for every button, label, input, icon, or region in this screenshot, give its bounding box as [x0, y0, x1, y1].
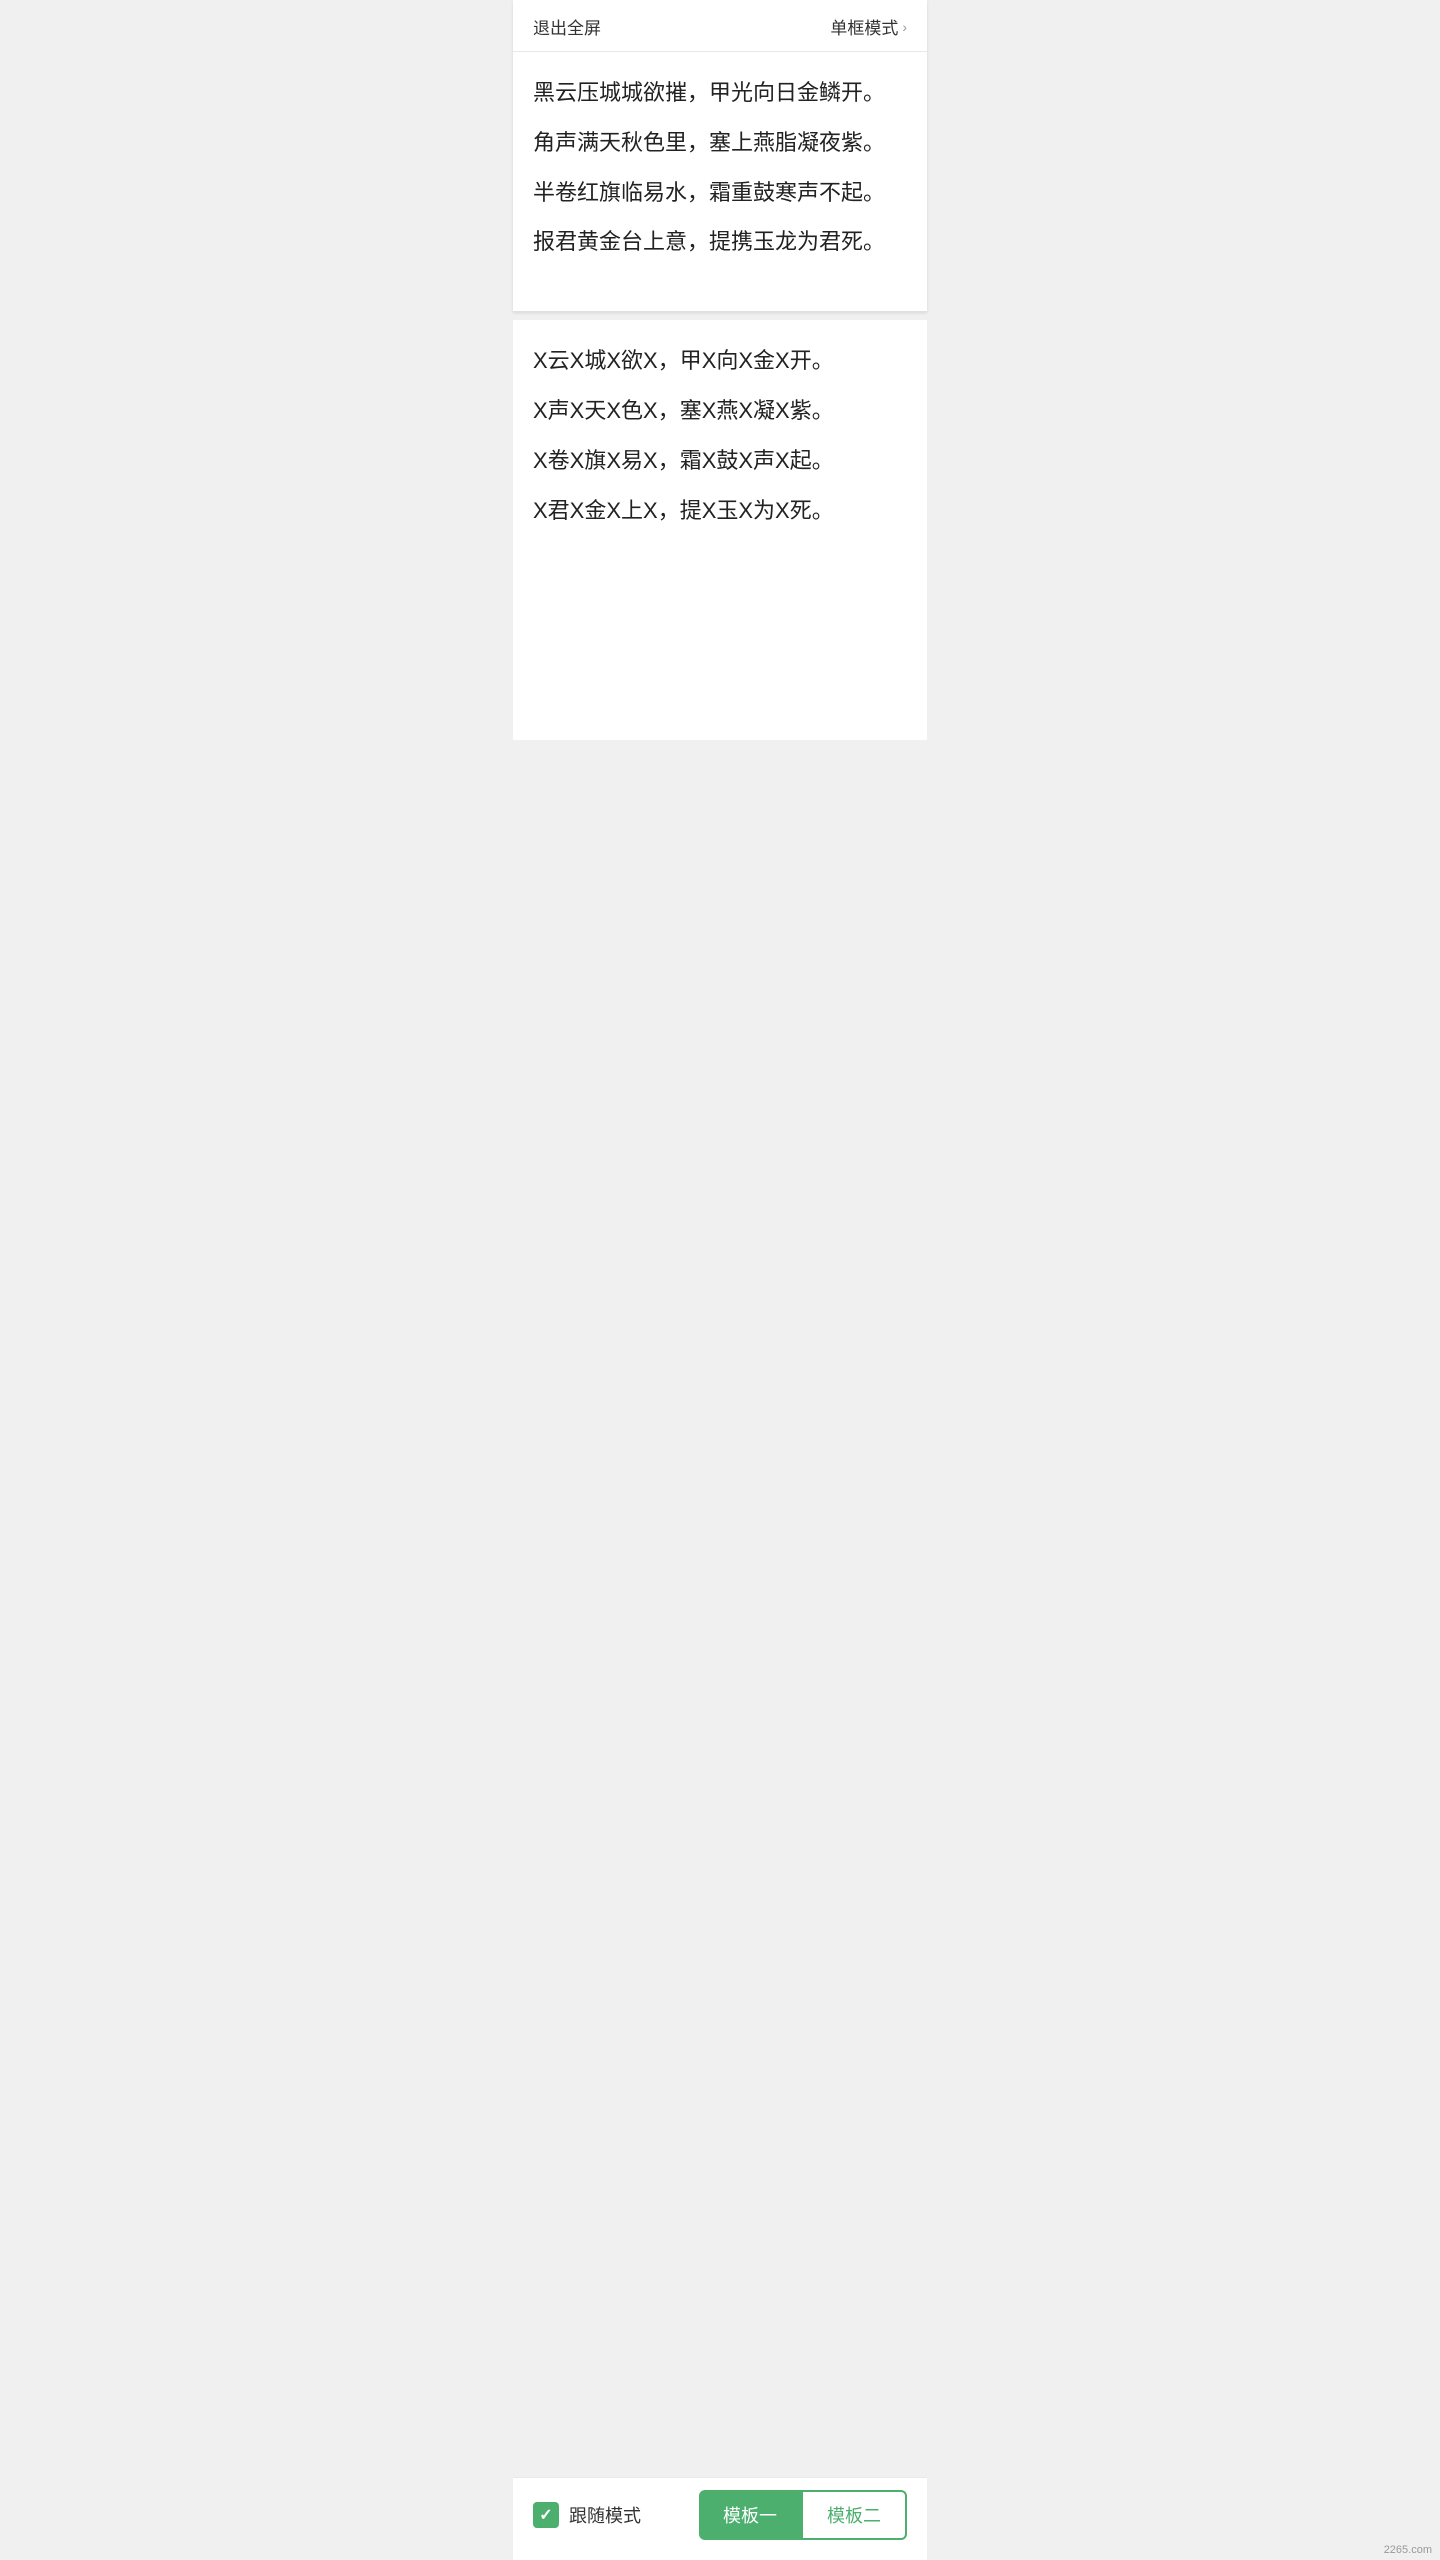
masked-line-3: X卷X旗X易X，霜X鼓X声X起。 [533, 440, 907, 482]
masked-line-1: X云X城X欲X，甲X向X金X开。 [533, 340, 907, 382]
poem-line-3: 半卷红旗临易水，霜重鼓寒声不起。 [533, 172, 907, 214]
single-frame-mode-label: 单框模式 [830, 14, 898, 39]
top-bar: 退出全屏 单框模式 › [513, 0, 927, 52]
top-panel: 退出全屏 单框模式 › 黑云压城城欲摧，甲光向日金鳞开。 角声满天秋色里，塞上燕… [513, 0, 927, 312]
poem-line-2: 角声满天秋色里，塞上燕脂凝夜紫。 [533, 122, 907, 164]
poem-line-4: 报君黄金台上意，提携玉龙为君死。 [533, 221, 907, 263]
follow-mode-label: 跟随模式 [569, 2502, 641, 2528]
poem-line-1: 黑云压城城欲摧，甲光向日金鳞开。 [533, 72, 907, 114]
watermark: 2265.com [1384, 2544, 1432, 2556]
follow-mode-container: 跟随模式 [533, 2502, 641, 2528]
template-2-button[interactable]: 模板二 [801, 2490, 907, 2540]
template-1-button[interactable]: 模板一 [699, 2490, 801, 2540]
chevron-right-icon: › [902, 19, 907, 35]
single-frame-mode-button[interactable]: 单框模式 › [830, 14, 907, 39]
follow-mode-checkbox[interactable] [533, 2502, 559, 2528]
exit-fullscreen-button[interactable]: 退出全屏 [533, 14, 601, 39]
poem-content: 黑云压城城欲摧，甲光向日金鳞开。 角声满天秋色里，塞上燕脂凝夜紫。 半卷红旗临易… [513, 52, 927, 311]
bottom-panel: X云X城X欲X，甲X向X金X开。 X声X天X色X，塞X燕X凝X紫。 X卷X旗X易… [513, 320, 927, 740]
bottom-footer: 跟随模式 模板一 模板二 [513, 2477, 927, 2560]
masked-line-4: X君X金X上X，提X玉X为X死。 [533, 490, 907, 532]
template-buttons: 模板一 模板二 [699, 2490, 907, 2540]
masked-line-2: X声X天X色X，塞X燕X凝X紫。 [533, 390, 907, 432]
